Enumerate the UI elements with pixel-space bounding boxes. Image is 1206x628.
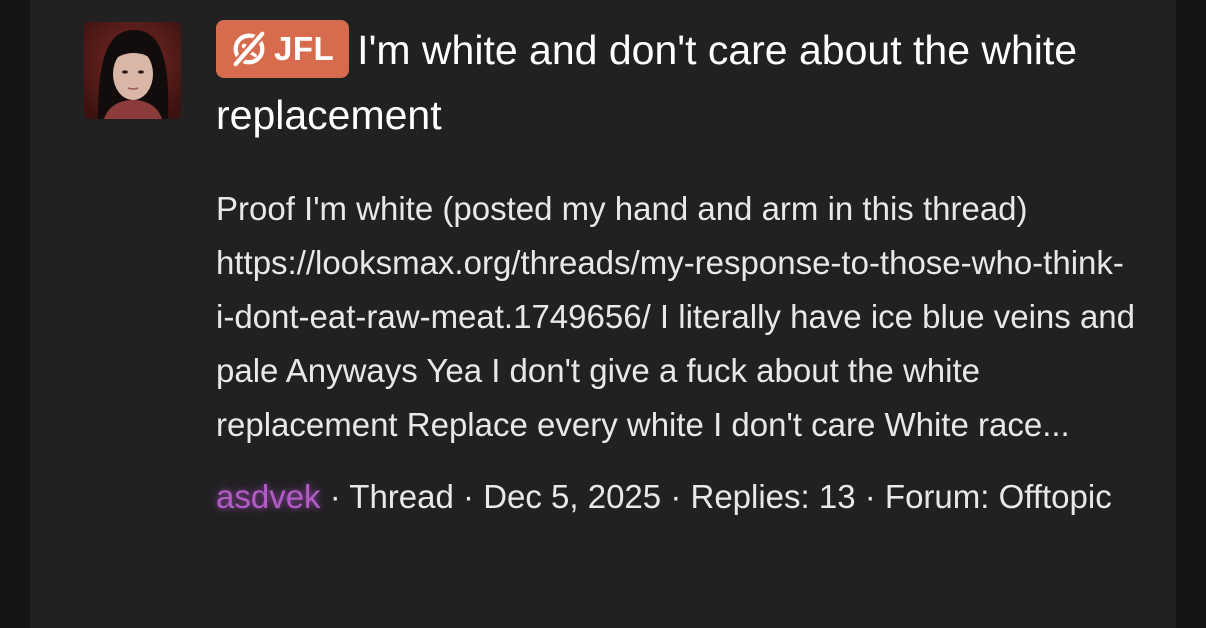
avatar-image bbox=[84, 22, 181, 119]
avatar[interactable] bbox=[84, 22, 181, 119]
meta-separator: · bbox=[855, 478, 885, 515]
sad-face-icon bbox=[231, 29, 267, 69]
thread-meta: asdvek · Thread · Dec 5, 2025 · Replies:… bbox=[216, 470, 1136, 524]
author-username-link[interactable]: asdvek bbox=[216, 478, 321, 515]
forum-label: Forum: bbox=[884, 478, 990, 515]
thread-title-row[interactable]: JFL I'm white and don't care about the w… bbox=[216, 18, 1136, 148]
replies-count: Replies: 13 bbox=[690, 478, 856, 515]
thread-prefix-badge[interactable]: JFL bbox=[216, 20, 350, 78]
thread-result: JFL I'm white and don't care about the w… bbox=[216, 18, 1136, 524]
meta-separator: · bbox=[661, 478, 691, 515]
post-date-link[interactable]: Dec 5, 2025 bbox=[483, 478, 661, 515]
meta-separator: · bbox=[320, 478, 350, 515]
forum-link-offtopic[interactable]: Offtopic bbox=[999, 478, 1112, 515]
meta-separator: · bbox=[453, 478, 484, 515]
thread-prefix-label: JFL bbox=[274, 30, 335, 67]
content-type-label: Thread bbox=[349, 478, 454, 515]
thread-snippet: Proof I'm white (posted my hand and arm … bbox=[216, 190, 1136, 443]
